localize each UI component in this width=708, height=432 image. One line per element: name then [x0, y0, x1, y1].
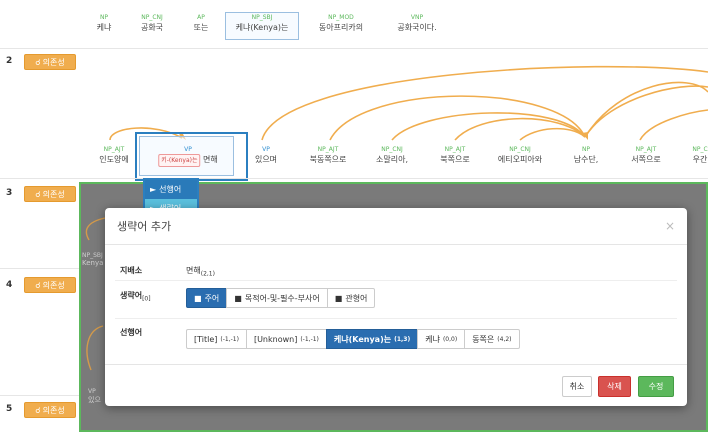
token[interactable]: VNP 공화국이다. — [397, 14, 436, 33]
token[interactable]: AP 또는 — [194, 14, 209, 33]
modal-title: 생략어 추가 — [117, 220, 172, 233]
omitted-label: 생략어[0] — [120, 291, 151, 303]
add-omitted-word-modal: 생략어 추가 × 지배소 면해(2,1) 생략어[0] ■ 주어 ■ 목적어-및-필… — [105, 208, 687, 406]
antecedent-option[interactable]: [Title] (-1,-1) — [186, 329, 247, 349]
token[interactable]: NP_CNJ 소말리아, — [376, 146, 408, 165]
omitted-word-pill[interactable]: 키-(Kenya)는 — [158, 154, 201, 167]
edit-button[interactable]: 수정 — [638, 376, 674, 397]
dependency-arc — [639, 109, 708, 141]
search-icon: ☌ — [35, 189, 41, 199]
divider — [115, 280, 677, 281]
search-icon: ☌ — [35, 280, 41, 290]
token[interactable]: NP_CNJ 공화국 — [141, 14, 163, 33]
row-number: 3 — [6, 188, 13, 198]
cancel-button[interactable]: 취소 — [562, 376, 592, 397]
token[interactable]: NP_AJT 인도양에 — [99, 146, 128, 165]
menu-item-antecedent[interactable]: ► 선행어 — [145, 180, 197, 199]
comment-icon: ■ — [234, 293, 242, 303]
antecedent-option[interactable]: 동쪽은 (4,2) — [464, 329, 520, 349]
omitted-type-group: ■ 주어 ■ 목적어-및-필수-부사어 ■ 관형어 — [186, 288, 376, 308]
delete-button[interactable]: 삭제 — [598, 376, 631, 397]
token[interactable]: VP 있으며 — [255, 146, 277, 165]
token[interactable]: NP_SBJ 케냐(Kenya)는 — [236, 14, 289, 33]
dependency-button[interactable]: ☌ 의존성 — [24, 402, 76, 418]
token[interactable]: NP_AJT 북쪽으로 — [440, 146, 469, 165]
omitted-modifier-button[interactable]: ■ 관형어 — [326, 288, 376, 308]
token[interactable]: NP_CNJ 에티오피아와 — [498, 146, 542, 165]
divider — [115, 318, 677, 319]
modal-header: 생략어 추가 × — [105, 208, 687, 245]
dependency-arc — [391, 112, 586, 141]
antecedent-option[interactable]: 케냐(Kenya)는 (1,3) — [325, 329, 419, 349]
dependency-button[interactable]: ☌ 의존성 — [24, 186, 76, 202]
governor-value: 면해(2,1) — [186, 266, 215, 278]
antecedent-label: 선행어 — [120, 328, 143, 337]
antecedent-option[interactable]: 케냐 (0,0) — [417, 329, 466, 349]
tag-icon: ► — [150, 185, 157, 194]
dependency-arc — [584, 81, 708, 138]
comment-icon: ■ — [194, 293, 202, 303]
antecedent-group: [Title] (-1,-1) [Unknown] (-1,-1) 케냐(Kenya… — [186, 329, 520, 349]
comment-icon: ■ — [334, 293, 343, 303]
token[interactable]: NP_C 우간 — [692, 146, 707, 165]
row-divider — [0, 178, 708, 179]
token[interactable]: NP_MOD 동아프리카의 — [319, 14, 363, 33]
omitted-subject-button[interactable]: ■ 주어 — [186, 288, 228, 308]
token[interactable]: NP_AJT 북동쪽으로 — [310, 146, 347, 165]
row-number: 4 — [6, 280, 13, 290]
modal-footer: 취소 삭제 수정 — [105, 364, 687, 406]
dependency-arc — [584, 85, 708, 138]
antecedent-option[interactable]: [Unknown] (-1,-1) — [245, 329, 327, 349]
governor-label: 지배소 — [120, 266, 143, 275]
search-icon: ☌ — [35, 405, 41, 415]
token[interactable]: NP_AJT 서쪽으로 — [631, 146, 660, 165]
token[interactable]: NP 케냐 — [97, 14, 112, 33]
close-icon[interactable]: × — [665, 219, 675, 233]
dependency-button[interactable]: ☌ 의존성 — [24, 277, 76, 293]
token[interactable]: VP 키-(Kenya)는 면해 — [158, 146, 218, 167]
token[interactable]: NP 남수단, — [574, 146, 599, 165]
row-number: 5 — [6, 404, 13, 414]
omitted-object-button[interactable]: ■ 목적어-및-필수-부사어 — [226, 288, 328, 308]
row-divider — [0, 48, 708, 49]
dependency-arc — [261, 65, 708, 141]
dependency-arcs — [109, 65, 708, 141]
